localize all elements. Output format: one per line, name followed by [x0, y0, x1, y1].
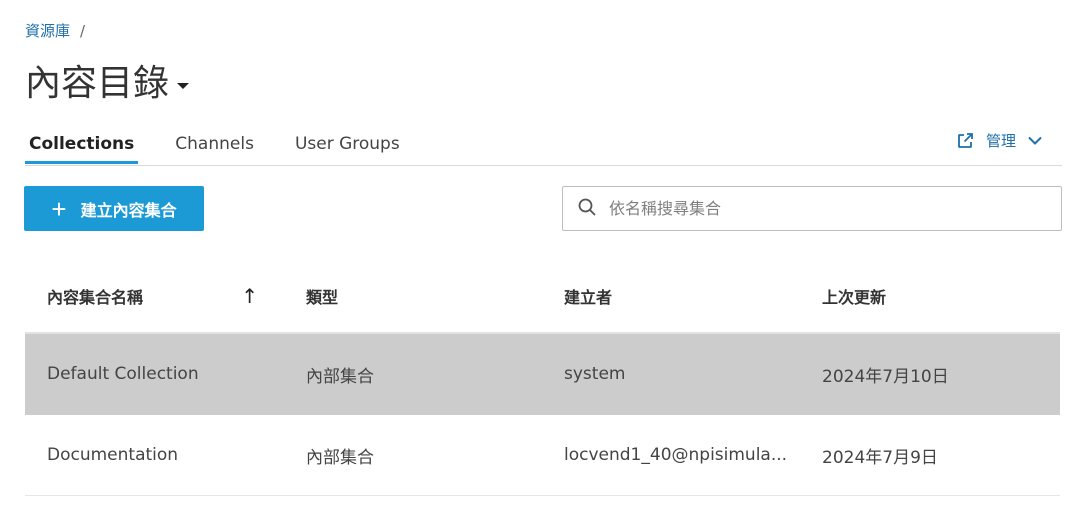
column-header-type: 類型 [306, 288, 339, 307]
tab-bar: Collections Channels User Groups [24, 130, 441, 164]
caret-down-icon [177, 83, 190, 89]
table-header: 內容集合名稱 ↑ 類型 建立者 上次更新 [25, 260, 1060, 334]
page-title-dropdown[interactable]: 內容目錄 [25, 62, 190, 106]
breadcrumb: 資源庫 / [25, 20, 85, 41]
column-header-updated: 上次更新 [822, 288, 887, 307]
cell-name: Documentation [47, 445, 179, 465]
breadcrumb-separator: / [80, 21, 86, 40]
tabs-divider [25, 165, 1062, 166]
search-box [562, 186, 1062, 231]
manage-label: 管理 [985, 132, 1016, 150]
breadcrumb-library-link[interactable]: 資源庫 [25, 20, 70, 41]
cell-creator: locvend1_40@npisimula... [564, 445, 788, 465]
create-collection-button[interactable]: + 建立內容集合 [24, 186, 204, 231]
tab-user-groups[interactable]: User Groups [295, 130, 400, 162]
plus-icon: + [51, 193, 67, 224]
cell-updated: 2024年7月10日 [822, 366, 949, 387]
cell-updated: 2024年7月9日 [822, 447, 938, 468]
external-link-icon [956, 132, 974, 150]
collections-table: 內容集合名稱 ↑ 類型 建立者 上次更新 Default Collection … [25, 260, 1060, 496]
manage-dropdown[interactable]: 管理 [956, 130, 1042, 151]
search-icon [563, 197, 597, 221]
cell-creator: system [564, 364, 626, 384]
cell-type: 內部集合 [306, 366, 374, 387]
cell-type: 內部集合 [306, 447, 374, 468]
table-row[interactable]: Default Collection 內部集合 system 2024年7月10… [25, 334, 1060, 415]
search-input[interactable] [607, 198, 1051, 219]
chevron-down-icon [1028, 136, 1042, 145]
page-title: 內容目錄 [25, 63, 170, 104]
cell-name: Default Collection [47, 364, 199, 384]
tab-channels[interactable]: Channels [175, 130, 254, 162]
create-collection-label: 建立內容集合 [80, 202, 177, 220]
column-header-name[interactable]: 內容集合名稱 ↑ [25, 284, 284, 308]
arrow-up-icon[interactable]: ↑ [241, 284, 258, 308]
table-row[interactable]: Documentation 內部集合 locvend1_40@npisimula… [25, 415, 1060, 496]
column-header-creator: 建立者 [564, 288, 613, 307]
tab-collections[interactable]: Collections [24, 130, 139, 164]
